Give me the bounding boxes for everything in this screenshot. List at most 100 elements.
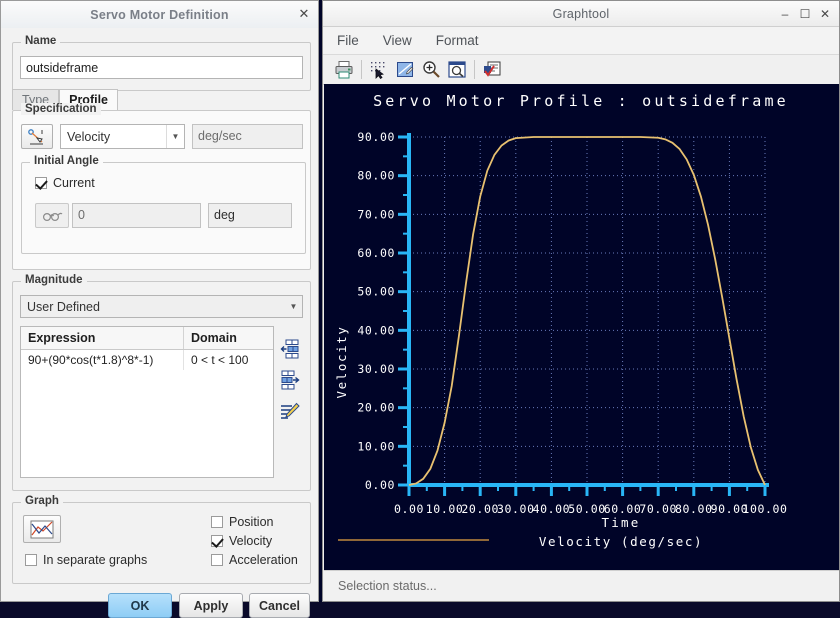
- magnitude-mode-select[interactable]: User Defined ▼: [20, 295, 303, 318]
- menu-bar: File View Format: [323, 27, 839, 55]
- toolbar-separator: [474, 60, 475, 79]
- graph-group-label: Graph: [21, 495, 63, 507]
- graphtool-title: Graphtool: [552, 6, 610, 21]
- status-bar: Selection status...: [324, 570, 839, 600]
- edit-graph-icon[interactable]: [392, 58, 418, 82]
- graphtool-window: Graphtool – ☐ ✕ File View Format Servo M…: [322, 0, 840, 602]
- velocity-label: Velocity: [229, 534, 273, 548]
- quantity-select[interactable]: Velocity ▼: [60, 124, 185, 149]
- expression-table[interactable]: Expression Domain 90+(90*cos(t*1.8)^8*-1…: [20, 326, 274, 478]
- ok-button[interactable]: OK: [108, 593, 172, 618]
- x-tick-label: 10.00: [426, 502, 464, 516]
- edit-expression-icon[interactable]: [279, 401, 301, 423]
- toolbar: [323, 55, 839, 85]
- magnitude-group: Magnitude User Defined ▼ Expression Doma…: [12, 274, 311, 491]
- y-tick-label: 70.00: [357, 207, 395, 221]
- y-tick-label: 20.00: [357, 401, 395, 415]
- x-axis-label: Time: [602, 515, 641, 530]
- specification-group: Specification Velocity ▼ deg/sec Initial…: [12, 103, 311, 270]
- insert-row-before-icon[interactable]: [279, 338, 301, 360]
- y-tick-label: 10.00: [357, 439, 395, 453]
- x-tick-label: 100.00: [742, 502, 787, 516]
- checkbox-box: [211, 554, 223, 566]
- status-text: Selection status...: [338, 578, 437, 593]
- motion-profile-icon[interactable]: [21, 124, 53, 149]
- menu-view[interactable]: View: [383, 33, 412, 48]
- plot-graph-icon[interactable]: [23, 515, 61, 543]
- zoom-window-icon[interactable]: [444, 58, 470, 82]
- chart-canvas: Servo Motor Profile : outsideframe 0.00 1…: [324, 84, 839, 571]
- checkbox-box: [211, 535, 223, 547]
- select-point-icon[interactable]: [35, 203, 69, 228]
- x-tick-label: 60.00: [604, 502, 642, 516]
- cell-domain[interactable]: 0 < t < 100: [184, 350, 273, 370]
- y-tick-label: 40.00: [357, 323, 395, 337]
- column-header-expression: Expression: [21, 327, 184, 349]
- point-select-icon[interactable]: [366, 58, 392, 82]
- report-icon[interactable]: [479, 58, 505, 82]
- minimize-icon[interactable]: –: [775, 4, 795, 24]
- cell-expression[interactable]: 90+(90*cos(t*1.8)^8*-1): [21, 350, 184, 370]
- velocity-checkbox[interactable]: Velocity: [211, 534, 272, 548]
- table-row[interactable]: 90+(90*cos(t*1.8)^8*-1) 0 < t < 100: [21, 350, 273, 370]
- apply-button[interactable]: Apply: [179, 593, 243, 618]
- chevron-down-icon: ▼: [166, 125, 184, 148]
- name-group: Name: [12, 35, 311, 91]
- menu-file[interactable]: File: [337, 33, 359, 48]
- specification-group-label: Specification: [21, 103, 101, 115]
- servo-motor-definition-dialog: Servo Motor Definition ✕ Name Type Profi…: [0, 0, 319, 618]
- acceleration-checkbox[interactable]: Acceleration: [211, 553, 298, 567]
- table-header-row: Expression Domain: [21, 327, 273, 350]
- initial-angle-group-label: Initial Angle: [30, 155, 103, 167]
- graphtool-title-bar: Graphtool – ☐ ✕: [323, 1, 839, 27]
- toolbar-separator: [361, 60, 362, 79]
- chevron-down-icon: ▼: [289, 302, 298, 311]
- separate-graphs-checkbox[interactable]: In separate graphs: [25, 553, 147, 567]
- zoom-in-icon[interactable]: [418, 58, 444, 82]
- initial-angle-input[interactable]: 0: [72, 203, 201, 228]
- position-checkbox[interactable]: Position: [211, 515, 273, 529]
- y-tick-label: 30.00: [357, 362, 395, 376]
- x-tick-label: 30.00: [497, 502, 535, 516]
- x-tick-label: 80.00: [675, 502, 713, 516]
- acceleration-label: Acceleration: [229, 553, 298, 567]
- maximize-icon[interactable]: ☐: [795, 4, 815, 24]
- quantity-units: deg/sec: [192, 124, 303, 149]
- app-root: Servo Motor Definition ✕ Name Type Profi…: [0, 0, 840, 618]
- y-tick-label: 80.00: [357, 169, 395, 183]
- close-icon[interactable]: ✕: [296, 6, 312, 22]
- current-checkbox[interactable]: Current: [35, 176, 95, 190]
- separate-graphs-label: In separate graphs: [43, 553, 148, 567]
- insert-row-after-icon[interactable]: [279, 369, 301, 391]
- initial-angle-group: Initial Angle Current 0 deg: [21, 155, 306, 254]
- dialog-title: Servo Motor Definition: [90, 7, 229, 22]
- x-tick-label: 70.00: [639, 502, 677, 516]
- menu-format[interactable]: Format: [436, 33, 479, 48]
- servo-profile-chart: Servo Motor Profile : outsideframe 0.001…: [324, 84, 839, 571]
- magnitude-group-label: Magnitude: [21, 274, 87, 286]
- chart-background: [324, 84, 839, 571]
- position-label: Position: [229, 515, 274, 529]
- cancel-button[interactable]: Cancel: [249, 593, 310, 618]
- legend-label: Velocity (deg/sec): [539, 534, 703, 549]
- column-header-domain: Domain: [191, 331, 237, 345]
- y-tick-label: 0.00: [365, 478, 395, 492]
- x-tick-label: 0.00: [394, 502, 424, 516]
- magnitude-mode-value: User Defined: [27, 299, 100, 314]
- x-tick-label: 20.00: [461, 502, 499, 516]
- chart-title: Servo Motor Profile : outsideframe: [373, 92, 789, 110]
- print-icon[interactable]: [331, 58, 357, 82]
- dialog-title-bar: Servo Motor Definition ✕: [1, 1, 318, 29]
- quantity-value: Velocity: [67, 129, 111, 144]
- checkbox-box: [211, 516, 223, 528]
- name-input[interactable]: [20, 56, 303, 79]
- y-tick-label: 50.00: [357, 285, 395, 299]
- checkbox-box: [25, 554, 37, 566]
- y-axis-label: Velocity: [334, 325, 349, 398]
- name-group-label: Name: [21, 35, 61, 47]
- graph-group: Graph In separate graphs Position Veloci…: [12, 495, 311, 584]
- y-tick-label: 90.00: [357, 130, 395, 144]
- dialog-body: Name Type Profile Specification: [1, 28, 318, 618]
- y-tick-label: 60.00: [357, 246, 395, 260]
- close-icon[interactable]: ✕: [815, 4, 835, 24]
